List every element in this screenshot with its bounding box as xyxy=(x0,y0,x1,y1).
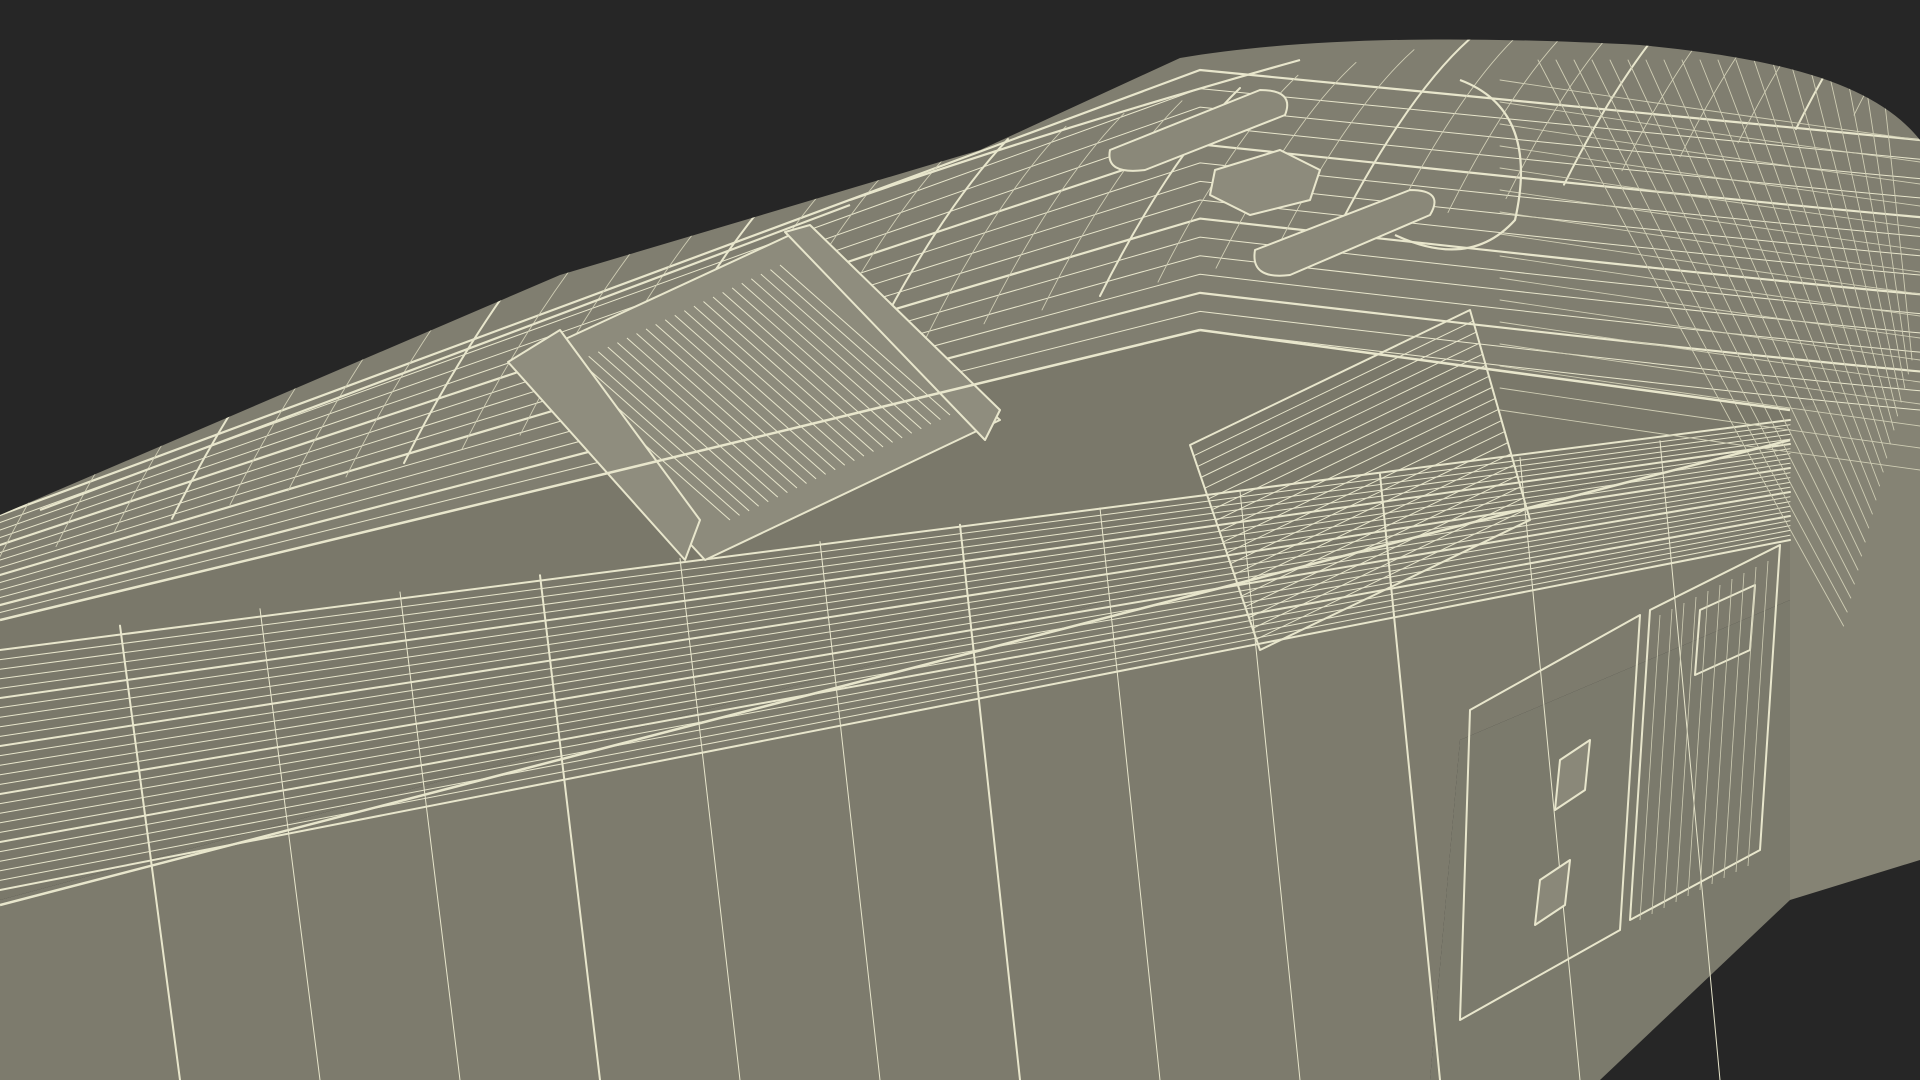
cab-nose xyxy=(1790,380,1920,900)
render-viewport xyxy=(0,0,1920,1080)
wireframe-render xyxy=(0,0,1920,1080)
